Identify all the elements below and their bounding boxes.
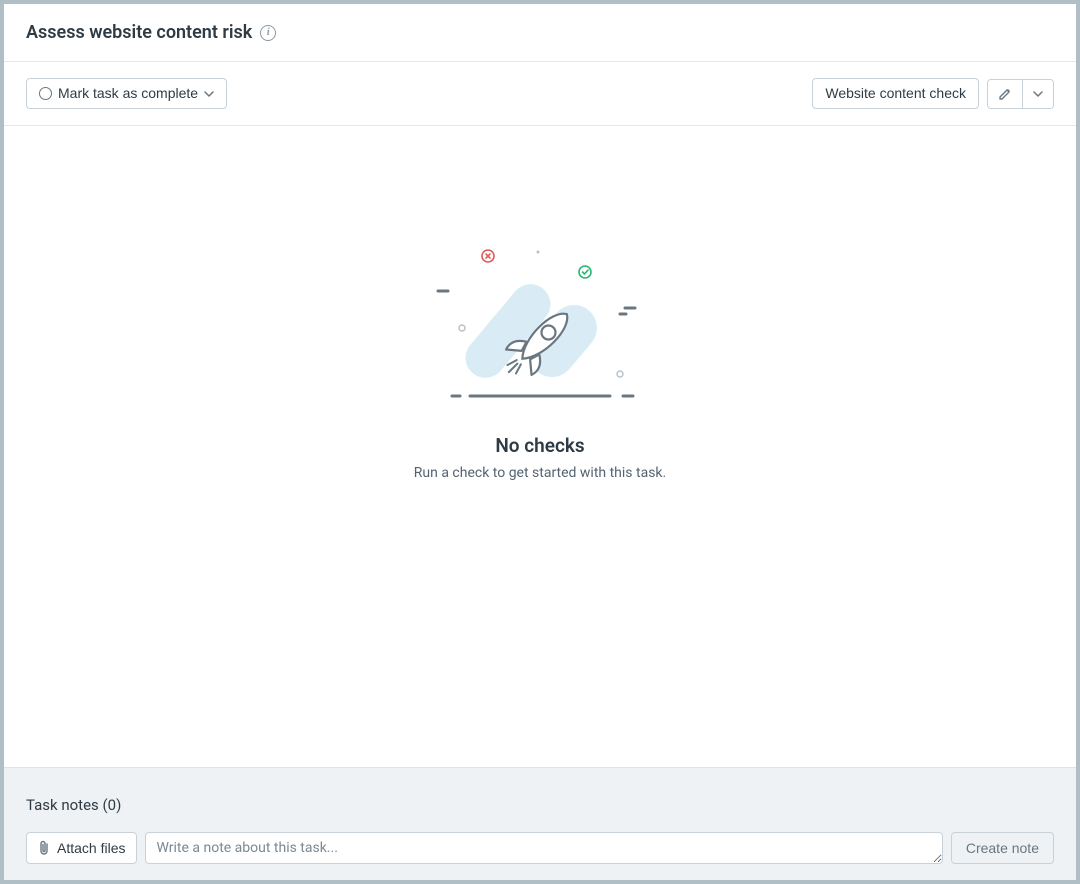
attach-files-button[interactable]: Attach files [26, 832, 137, 864]
note-input[interactable] [145, 832, 942, 864]
info-icon[interactable]: i [260, 25, 276, 41]
page-title: Assess website content risk [26, 22, 252, 43]
chevron-down-icon [204, 91, 214, 97]
create-note-label: Create note [966, 840, 1039, 856]
edit-button[interactable] [988, 80, 1022, 108]
toolbar-right: Website content check [812, 78, 1054, 109]
main-content: No checks Run a check to get started wit… [4, 126, 1076, 767]
circle-icon [39, 87, 52, 100]
empty-state-illustration [430, 246, 650, 416]
task-panel: Assess website content risk i Mark task … [4, 4, 1076, 880]
edit-split-button [987, 79, 1054, 109]
paperclip-icon [38, 840, 50, 856]
mark-complete-label: Mark task as complete [58, 86, 198, 101]
chevron-down-icon [1033, 91, 1043, 97]
edit-dropdown-button[interactable] [1022, 80, 1053, 108]
attach-files-label: Attach files [57, 840, 125, 856]
empty-state-subtitle: Run a check to get started with this tas… [414, 465, 666, 481]
mark-complete-button[interactable]: Mark task as complete [26, 78, 227, 109]
task-notes-composer: Attach files Create note [26, 832, 1054, 864]
task-notes-panel: Task notes (0) Attach files Create note [4, 767, 1076, 880]
toolbar: Mark task as complete Website content ch… [4, 62, 1076, 126]
pencil-icon [998, 87, 1012, 101]
header: Assess website content risk i [4, 4, 1076, 62]
check-button-label: Website content check [825, 86, 966, 101]
task-notes-title: Task notes (0) [26, 796, 1054, 814]
website-content-check-button[interactable]: Website content check [812, 78, 979, 109]
create-note-button[interactable]: Create note [951, 832, 1054, 864]
empty-state-title: No checks [495, 434, 584, 457]
